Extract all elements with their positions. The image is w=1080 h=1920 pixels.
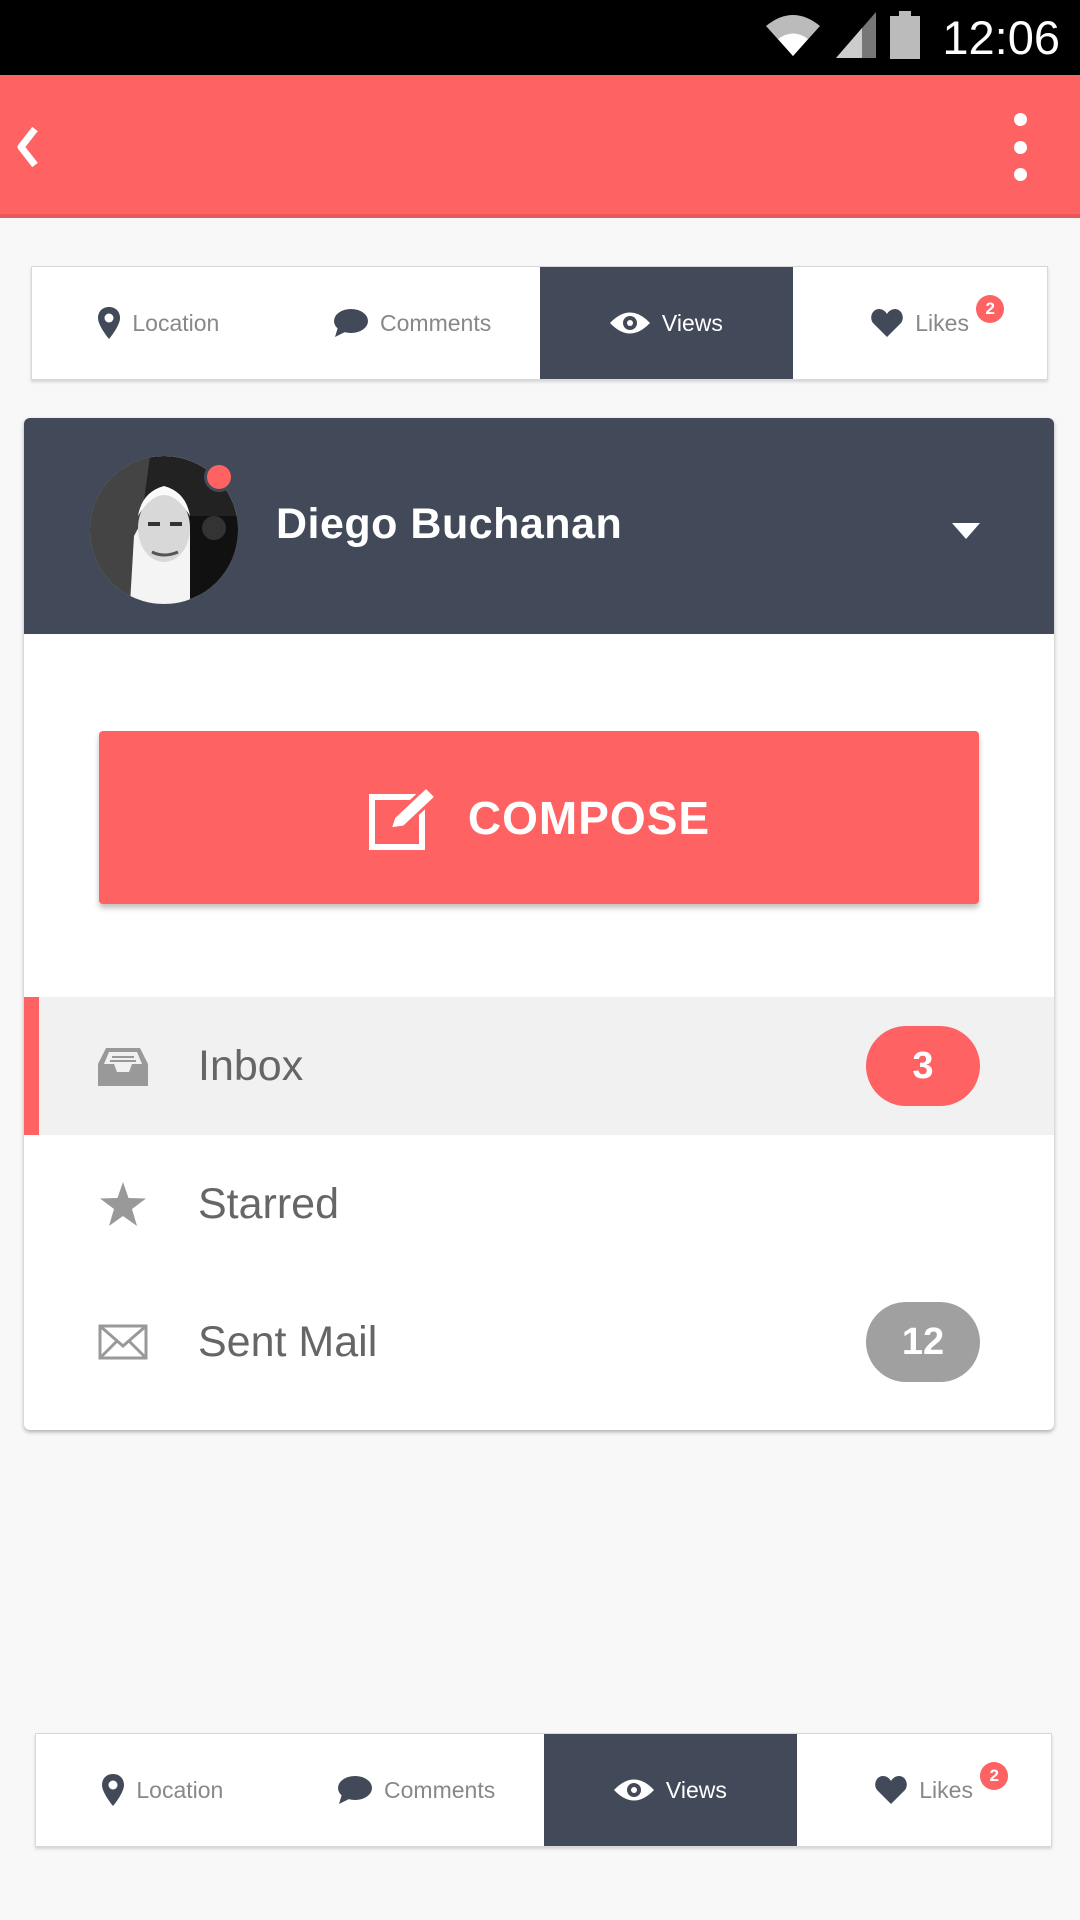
inbox-icon (98, 1041, 148, 1091)
back-button[interactable] (8, 119, 48, 175)
top-tab-bar: Location Comments Views Likes 2 (31, 266, 1048, 380)
compose-label: COMPOSE (467, 791, 711, 844)
likes-badge: 2 (976, 295, 1005, 323)
tab-label: Likes (919, 1776, 973, 1803)
location-icon (102, 1774, 125, 1806)
tab-label: Comments (380, 309, 492, 336)
tab-label: Location (132, 309, 220, 336)
tab-label: Location (136, 1776, 224, 1803)
mail-folder-starred[interactable]: Starred (24, 1135, 1054, 1273)
mail-folder-sent[interactable]: Sent Mail 12 (24, 1273, 1054, 1411)
more-dot (1013, 113, 1027, 126)
online-status-indicator (204, 462, 234, 492)
eye-icon (613, 1779, 654, 1801)
heart-icon (871, 309, 904, 337)
status-bar: 12:06 (0, 0, 1080, 75)
folder-label: Starred (198, 1179, 340, 1228)
tab-label: Views (665, 1776, 727, 1803)
tab-label: Views (661, 309, 723, 336)
mail-drawer-card: Diego Buchanan COMPOSE Inbox 3 Starred S… (24, 418, 1054, 1430)
tab-likes[interactable]: Likes 2 (797, 1734, 1051, 1846)
app-bar (0, 75, 1080, 218)
compose-button[interactable]: COMPOSE (99, 731, 979, 904)
tab-likes[interactable]: Likes 2 (793, 267, 1047, 379)
dropdown-caret-icon[interactable] (952, 523, 980, 539)
heart-icon (875, 1776, 908, 1804)
tab-comments[interactable]: Comments (286, 267, 540, 379)
more-dot (1013, 168, 1027, 181)
tab-comments[interactable]: Comments (290, 1734, 544, 1846)
star-icon (98, 1179, 148, 1229)
clock: 12:06 (942, 11, 1060, 64)
battery-icon (890, 11, 921, 64)
tab-location[interactable]: Location (32, 267, 286, 379)
more-dot (1013, 140, 1027, 154)
tab-location[interactable]: Location (36, 1734, 290, 1846)
edit-icon (368, 784, 439, 850)
profile-header: Diego Buchanan (24, 418, 1054, 634)
tab-views[interactable]: Views (539, 267, 794, 379)
sent-count-badge: 12 (866, 1302, 980, 1382)
envelope-icon (98, 1317, 148, 1367)
signal-icon (836, 12, 877, 63)
tab-views[interactable]: Views (543, 1734, 798, 1846)
eye-icon (609, 312, 650, 334)
folder-label: Sent Mail (198, 1317, 378, 1366)
more-options-button[interactable] (1000, 113, 1040, 181)
status-icons: 12:06 (764, 0, 1060, 75)
location-icon (98, 307, 121, 339)
wifi-icon (764, 12, 822, 63)
tab-label: Comments (384, 1776, 496, 1803)
profile-name: Diego Buchanan (276, 500, 623, 548)
chevron-left-icon (17, 127, 38, 167)
bottom-tab-bar: Location Comments Views Likes 2 (35, 1733, 1052, 1847)
comment-icon (338, 1776, 373, 1804)
tab-label: Likes (915, 309, 969, 336)
comment-icon (334, 309, 369, 337)
mail-folder-inbox[interactable]: Inbox 3 (24, 997, 1054, 1135)
inbox-count-badge: 3 (866, 1026, 980, 1106)
folder-label: Inbox (198, 1041, 304, 1090)
likes-badge: 2 (980, 1762, 1009, 1790)
